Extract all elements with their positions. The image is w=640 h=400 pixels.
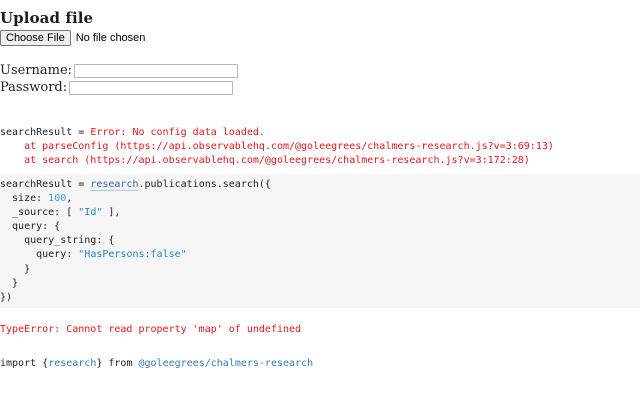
code-editor-cell[interactable]: searchResult = research.publications.sea… xyxy=(0,174,640,308)
code-token: size: xyxy=(0,193,49,205)
username-row: Username: xyxy=(0,63,239,78)
code-editor-text[interactable]: searchResult = research.publications.sea… xyxy=(0,178,271,305)
code-token: }) xyxy=(0,291,13,303)
research-link[interactable]: research xyxy=(90,179,139,191)
code-token: _source: [ xyxy=(0,207,79,219)
code-token: .publications.search({ xyxy=(138,179,271,190)
password-label: Password: xyxy=(0,80,68,95)
code-token: } xyxy=(0,263,31,275)
code-token: } from xyxy=(96,358,139,369)
choose-file-button[interactable]: Choose File xyxy=(0,30,71,46)
code-token: query: xyxy=(0,249,79,261)
import-cell[interactable]: import {research} from @goleegrees/chalm… xyxy=(0,357,313,371)
code-token: query_string: { xyxy=(0,235,115,247)
password-row: Password: xyxy=(0,80,234,95)
code-token: , xyxy=(66,193,73,205)
type-error-output: TypeError: Cannot read property 'map' of… xyxy=(0,324,302,335)
error-output-lhs: searchResult = xyxy=(0,127,91,138)
error-stack-line-1: at parseConfig (https://api.observablehq… xyxy=(0,141,554,152)
import-identifier[interactable]: research xyxy=(48,358,96,369)
code-number: 100 xyxy=(48,193,67,205)
code-string: "Id" xyxy=(78,207,103,219)
code-token: query: { xyxy=(0,221,61,233)
file-status-text: No file chosen xyxy=(75,32,146,44)
password-input[interactable] xyxy=(69,80,234,95)
code-token: ], xyxy=(102,207,121,219)
username-label: Username: xyxy=(0,63,73,78)
page-title: Upload file xyxy=(0,9,94,27)
username-input[interactable] xyxy=(74,63,239,78)
code-string: "HasPersons:false" xyxy=(78,249,187,261)
error-output-line: searchResult = Error: No config data loa… xyxy=(0,126,265,140)
error-message: Error: No config data loaded. xyxy=(90,127,265,138)
code-token: searchResult = xyxy=(0,179,91,190)
code-token: import { xyxy=(0,358,49,369)
file-upload-control: Choose File No file chosen xyxy=(0,30,145,46)
code-token: } xyxy=(0,277,19,289)
module-link[interactable]: @goleegrees/chalmers-research xyxy=(139,358,314,369)
error-stack-line-2: at search (https://api.observablehq.com/… xyxy=(0,155,530,166)
